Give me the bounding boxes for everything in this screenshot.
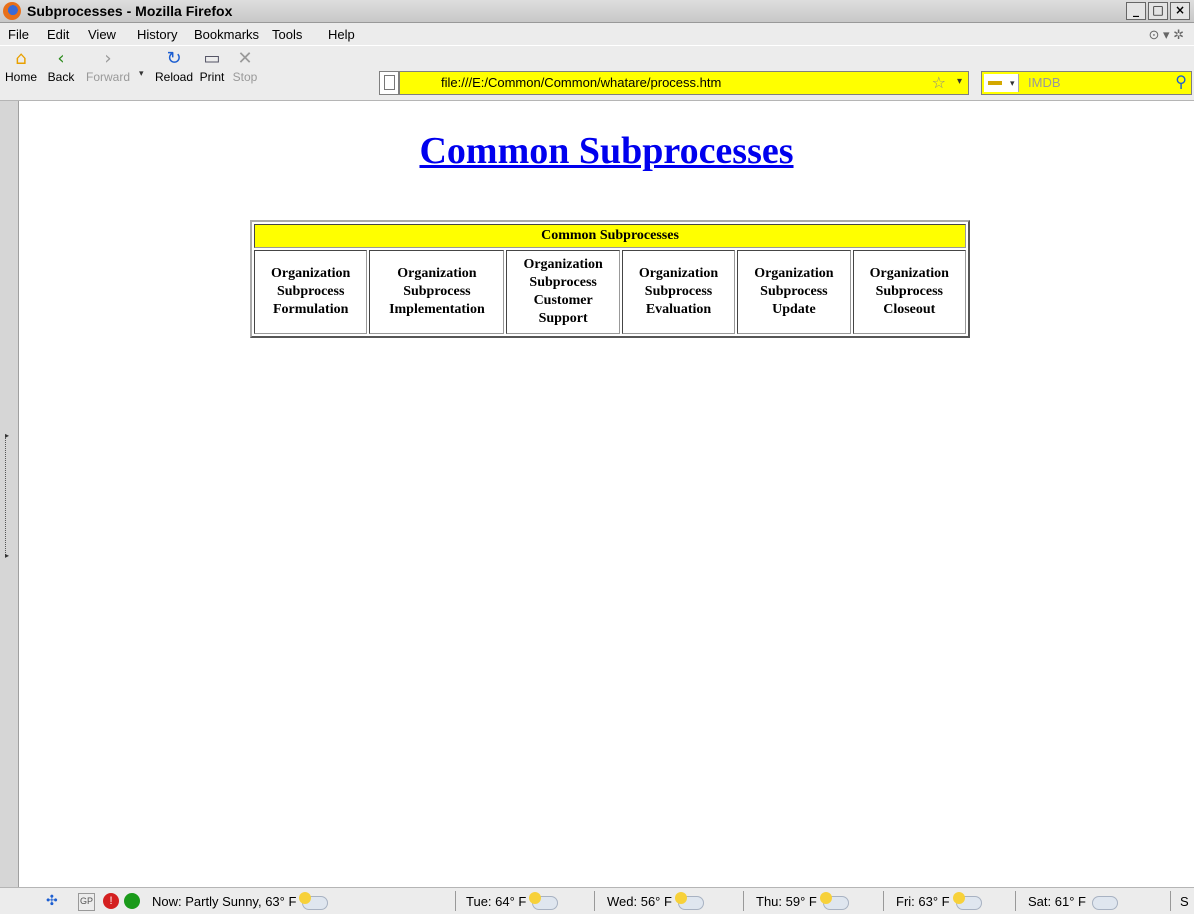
weather-sun[interactable]: S xyxy=(1180,894,1189,909)
forward-label: Forward xyxy=(85,70,130,84)
menu-view[interactable]: View xyxy=(88,27,116,42)
forward-arrow-icon: › xyxy=(104,48,112,69)
back-label: Back xyxy=(47,70,75,84)
menu-bar: File Edit View History Bookmarks Tools H… xyxy=(0,23,1194,45)
search-input[interactable]: IMDB xyxy=(1028,75,1061,90)
search-engine-dropdown-icon: ▾ xyxy=(1010,78,1015,88)
table-cell-customer-support: Organization Subprocess Customer Support xyxy=(506,250,620,334)
back-button[interactable]: ‹ Back xyxy=(44,48,78,84)
cloudy-icon xyxy=(1091,895,1118,910)
address-bar[interactable]: file:///E:/Common/Common/whatare/process… xyxy=(379,71,969,95)
page-heading: Common Subprocesses xyxy=(19,129,1194,173)
url-text: file:///E:/Common/Common/whatare/process… xyxy=(441,75,722,90)
menu-edit[interactable]: Edit xyxy=(47,27,69,42)
print-icon: ▭ xyxy=(203,48,221,69)
subprocess-table: Common Subprocesses Organization Subproce… xyxy=(250,220,970,338)
reload-icon: ↻ xyxy=(166,48,182,69)
table-cell-implementation: Organization Subprocess Implementation xyxy=(369,250,505,334)
gp-addon-icon[interactable]: GP xyxy=(78,893,96,911)
window-title: Subprocesses - Mozilla Firefox xyxy=(27,3,233,19)
sidebar-grip[interactable] xyxy=(5,437,14,557)
table-header: Common Subprocesses xyxy=(254,224,966,248)
reload-button[interactable]: ↻ Reload xyxy=(152,48,196,84)
print-button[interactable]: ▭ Print xyxy=(196,48,228,84)
weather-tue[interactable]: Tue: 64° F xyxy=(466,891,559,910)
partly-sunny-icon xyxy=(529,891,559,910)
search-engine-selector[interactable]: ▾ xyxy=(984,74,1019,92)
weather-wed[interactable]: Wed: 56° F xyxy=(607,891,704,910)
menu-history[interactable]: History xyxy=(137,27,177,42)
sidebar-splitter[interactable]: ▸ ▸ xyxy=(0,101,19,887)
status-ok-icon[interactable] xyxy=(124,893,140,909)
weather-sat[interactable]: Sat: 61° F xyxy=(1028,894,1118,910)
weather-now[interactable]: Now: Partly Sunny, 63° F xyxy=(152,891,329,910)
table-row: Organization Subprocess Formulation Organi… xyxy=(254,250,966,334)
search-bar[interactable]: ▾ IMDB ⚲ xyxy=(981,71,1192,95)
page-heading-link[interactable]: Common Subprocesses xyxy=(419,130,793,172)
title-bar: Subprocesses - Mozilla Firefox _ □ × xyxy=(0,0,1194,23)
menu-bookmarks[interactable]: Bookmarks xyxy=(194,27,259,42)
page-content: Common Subprocesses Common Subprocesses … xyxy=(19,101,1194,887)
minimize-button[interactable]: _ xyxy=(1126,2,1146,20)
ad-addon-icon[interactable]: ✣ xyxy=(46,892,58,910)
close-button[interactable]: × xyxy=(1170,2,1190,20)
navigation-toolbar: ⌂ Home ‹ Back › Forward ▾ ↻ Reload ▭ Pri… xyxy=(0,46,1194,101)
weather-thu[interactable]: Thu: 59° F xyxy=(756,891,849,910)
activity-throbber-icon: ⊙ ▾ ✲ xyxy=(1148,27,1184,42)
home-icon: ⌂ xyxy=(15,48,27,69)
partly-sunny-icon xyxy=(299,891,329,910)
forward-button[interactable]: › Forward xyxy=(80,48,136,84)
status-bar: ✣ GP ! Now: Partly Sunny, 63° F Tue: 64°… xyxy=(0,887,1194,914)
bookmark-star-icon[interactable]: ☆ xyxy=(932,73,946,93)
menu-file[interactable]: File xyxy=(8,27,29,42)
weather-fri[interactable]: Fri: 63° F xyxy=(896,891,982,910)
firefox-logo-icon xyxy=(3,2,21,20)
home-label: Home xyxy=(4,70,37,84)
table-cell-evaluation: Organization Subprocess Evaluation xyxy=(621,250,736,334)
table-cell-closeout: Organization Subprocess Closeout xyxy=(852,250,966,334)
url-dropdown-icon[interactable]: ▾ xyxy=(957,76,962,87)
sidebar-collapse-icon: ▸ xyxy=(5,551,10,560)
history-dropdown-icon[interactable]: ▾ xyxy=(139,68,144,79)
stop-label: Stop xyxy=(232,70,258,84)
window-controls: _ □ × xyxy=(1126,2,1190,20)
partly-sunny-icon xyxy=(952,891,982,910)
reload-label: Reload xyxy=(154,70,194,84)
home-button[interactable]: ⌂ Home xyxy=(4,48,38,84)
table-cell-formulation: Organization Subprocess Formulation xyxy=(254,250,368,334)
partly-sunny-icon xyxy=(674,891,704,910)
stop-button[interactable]: ✕ Stop xyxy=(228,48,262,84)
alert-icon[interactable]: ! xyxy=(103,893,119,909)
partly-sunny-icon xyxy=(819,891,849,910)
maximize-button[interactable]: □ xyxy=(1148,2,1168,20)
search-icon[interactable]: ⚲ xyxy=(1175,72,1187,92)
page-icon[interactable] xyxy=(379,71,399,95)
table-cell-update: Organization Subprocess Update xyxy=(737,250,851,334)
menu-help[interactable]: Help xyxy=(328,27,355,42)
stop-icon: ✕ xyxy=(237,48,253,69)
print-label: Print xyxy=(199,70,225,84)
menu-tools[interactable]: Tools xyxy=(272,27,302,42)
back-arrow-icon: ‹ xyxy=(57,48,65,69)
